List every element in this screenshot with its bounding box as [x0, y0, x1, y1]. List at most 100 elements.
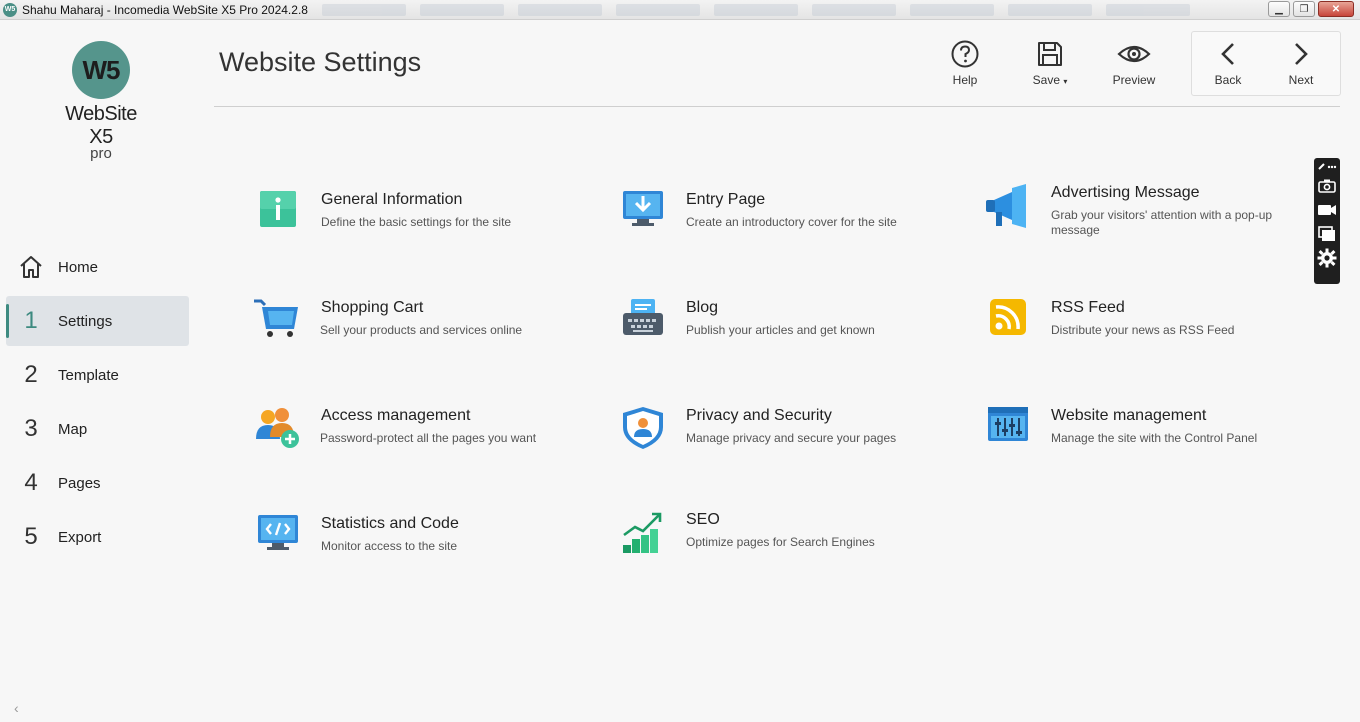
help-icon [930, 38, 1000, 70]
sidebar-item-home[interactable]: Home [6, 242, 189, 292]
card-shopping-cart[interactable]: Shopping Cart Sell your products and ser… [252, 299, 592, 359]
sidebar-item-export[interactable]: 5 Export [6, 512, 189, 562]
card-title: Access management [321, 407, 471, 424]
minimize-button[interactable]: ▁ [1268, 1, 1290, 17]
step-number: 5 [24, 523, 38, 550]
card-title: Entry Page [686, 191, 766, 208]
camera-icon[interactable] [1314, 174, 1340, 198]
sidebar-item-settings[interactable]: 1 Settings [6, 296, 189, 346]
card-title: Statistics and Code [321, 515, 459, 532]
sidebar-item-label: Pages [58, 474, 101, 492]
shopping-cart-icon [252, 299, 298, 345]
windows-icon[interactable] [1314, 222, 1340, 246]
card-title: Website management [1051, 407, 1207, 424]
card-description: Optimize pages for Search Engines [686, 535, 875, 549]
video-camera-icon[interactable] [1314, 198, 1340, 222]
sidebar-item-pages[interactable]: 4 Pages [6, 458, 189, 508]
save-button[interactable]: Save ▾ [1015, 38, 1085, 87]
chevron-right-icon [1266, 38, 1336, 70]
page-title: Website Settings [219, 47, 422, 77]
sidebar-item-label: Export [58, 528, 102, 546]
save-icon [1015, 38, 1085, 70]
gear-icon[interactable] [1314, 246, 1340, 270]
sidebar-item-label: Settings [58, 312, 113, 330]
card-description: Sell your products and services online [320, 323, 523, 337]
card-description: Monitor access to the site [321, 539, 458, 553]
sidebar: W5 WebSite X5 pro Home 1 Settings 2 Temp… [0, 20, 200, 722]
link-more-icon[interactable] [1314, 160, 1340, 174]
megaphone-icon [986, 184, 1032, 230]
card-description: Define the basic settings for the site [321, 215, 512, 229]
logo-sub: pro [90, 145, 112, 162]
step-number: 3 [24, 415, 38, 442]
logo-mark: W5 [72, 41, 130, 99]
title-bar: W5 Shahu Maharaj - Incomedia WebSite X5 … [0, 0, 1360, 20]
next-button[interactable]: Next [1266, 38, 1336, 87]
caret-down-icon: ▾ [1063, 77, 1068, 86]
restore-button[interactable]: ❐ [1293, 1, 1315, 17]
step-number: 2 [24, 361, 38, 388]
card-description: Create an introductory cover for the sit… [686, 215, 897, 229]
card-title: General Information [321, 191, 463, 208]
card-website-management[interactable]: Website management Manage the site with … [986, 407, 1326, 467]
card-title: RSS Feed [1051, 299, 1125, 316]
close-button[interactable]: ✕ [1318, 1, 1354, 17]
preview-button[interactable]: Preview [1099, 38, 1169, 87]
logo-name: WebSite X5 [65, 103, 137, 148]
card-seo[interactable]: SEO Optimize pages for Search Engines [621, 511, 961, 571]
step-number: 4 [24, 469, 38, 496]
capture-toolbar [1314, 158, 1340, 284]
next-label: Next [1288, 73, 1314, 87]
code-monitor-icon [256, 515, 302, 561]
card-title: Advertising Message [1051, 184, 1200, 201]
card-title: Privacy and Security [686, 407, 832, 424]
app-icon: W5 [3, 2, 17, 17]
shield-user-icon [621, 407, 667, 453]
control-panel-icon [986, 407, 1032, 453]
help-label: Help [952, 73, 978, 87]
card-description: Publish your articles and get known [686, 323, 875, 337]
preview-label: Preview [1112, 73, 1156, 87]
chevron-left-icon [1193, 38, 1263, 70]
seo-chart-icon [621, 511, 667, 557]
card-advertising-message[interactable]: Advertising Message Grab your visitors' … [986, 184, 1326, 244]
rss-icon [986, 299, 1032, 345]
sidebar-item-map[interactable]: 3 Map [6, 404, 189, 454]
card-title: Blog [686, 299, 719, 316]
sidebar-item-label: Home [58, 258, 99, 276]
card-blog[interactable]: Blog Publish your articles and get known [621, 299, 961, 359]
sidebar-item-template[interactable]: 2 Template [6, 350, 189, 400]
chevron-left-icon[interactable]: ‹ [14, 700, 19, 716]
help-button[interactable]: Help [930, 38, 1000, 87]
eye-icon [1099, 38, 1169, 70]
logo: W5 WebSite X5 pro [51, 41, 151, 162]
home-icon [6, 254, 56, 280]
header-divider [214, 106, 1340, 107]
entry-page-icon [621, 191, 667, 237]
card-entry-page[interactable]: Entry Page Create an introductory cover … [621, 191, 961, 251]
card-privacy-security[interactable]: Privacy and Security Manage privacy and … [621, 407, 961, 467]
card-statistics-code[interactable]: Statistics and Code Monitor access to th… [256, 515, 596, 575]
card-general-information[interactable]: General Information Define the basic set… [256, 191, 596, 251]
card-title: Shopping Cart [321, 299, 424, 316]
card-title: SEO [686, 511, 720, 528]
back-button[interactable]: Back [1193, 38, 1263, 87]
card-rss-feed[interactable]: RSS Feed Distribute your news as RSS Fee… [986, 299, 1326, 359]
typewriter-icon [621, 299, 667, 345]
users-add-icon [254, 407, 300, 453]
sidebar-item-label: Template [58, 366, 119, 384]
sidebar-item-label: Map [58, 420, 88, 438]
card-description: Password-protect all the pages you want [320, 431, 537, 445]
card-description: Distribute your news as RSS Feed [1051, 323, 1235, 337]
card-description: Manage the site with the Control Panel [1051, 431, 1258, 445]
info-icon [256, 191, 302, 237]
back-label: Back [1214, 73, 1242, 87]
card-access-management[interactable]: Access management Password-protect all t… [254, 407, 594, 467]
window-title: Shahu Maharaj - Incomedia WebSite X5 Pro… [22, 2, 308, 17]
background-windows [321, 3, 1190, 16]
step-number: 1 [24, 307, 38, 334]
card-description: Grab your visitors' attention with a pop… [1051, 208, 1273, 237]
save-label: Save [1032, 73, 1060, 87]
card-description: Manage privacy and secure your pages [686, 431, 897, 445]
sidebar-nav: Home 1 Settings 2 Template 3 Map 4 Pages… [6, 242, 189, 566]
